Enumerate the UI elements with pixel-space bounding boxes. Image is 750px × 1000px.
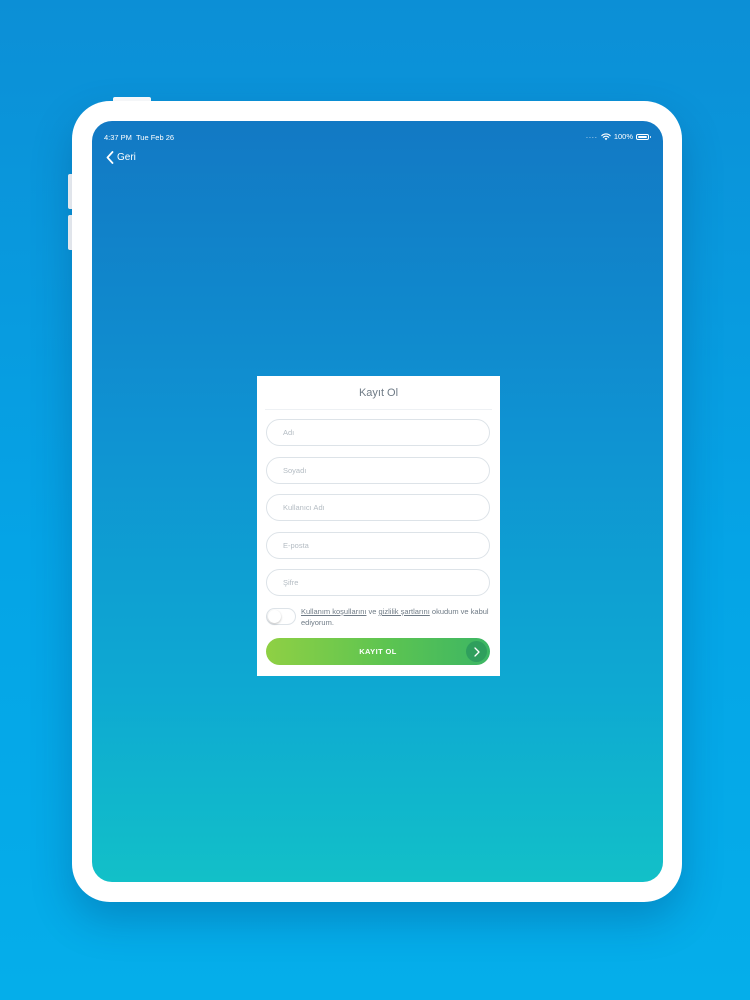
register-button-label: KAYIT OL	[359, 647, 397, 656]
wifi-icon	[601, 133, 611, 140]
email-field[interactable]	[266, 532, 490, 559]
first-name-field[interactable]	[266, 419, 490, 446]
app-screen: 4:37 PM Tue Feb 26 .... 100% Geri Kayıt …	[92, 121, 663, 882]
battery-percent: 100%	[613, 132, 633, 141]
chevron-right-icon	[473, 646, 480, 657]
signal-dots: ....	[586, 133, 598, 140]
first-name-input[interactable]	[281, 427, 489, 438]
chevron-left-icon	[106, 151, 114, 164]
status-time: 4:37 PM	[104, 133, 132, 142]
toggle-knob	[268, 610, 281, 623]
agreement-toggle[interactable]	[266, 608, 296, 625]
battery-icon	[636, 133, 651, 140]
username-field[interactable]	[266, 494, 490, 521]
status-bar: 4:37 PM Tue Feb 26 .... 100%	[92, 121, 663, 142]
status-indicators: .... 100%	[586, 132, 651, 141]
back-button[interactable]: Geri	[106, 151, 136, 164]
register-button[interactable]: KAYIT OL	[266, 638, 490, 665]
register-arrow	[466, 641, 487, 662]
privacy-link[interactable]: gizlilik şartlarını	[379, 607, 430, 616]
back-label: Geri	[117, 152, 136, 163]
password-input[interactable]	[281, 577, 489, 588]
title-divider	[265, 409, 492, 410]
status-date: Tue Feb 26	[136, 133, 175, 142]
form-title: Kayıt Ol	[358, 387, 399, 399]
last-name-field[interactable]	[266, 457, 490, 484]
terms-link[interactable]: Kullanım koşullarını	[301, 607, 366, 616]
email-input[interactable]	[281, 540, 489, 551]
register-card: Kayıt Ol Kullanım koşullarını ve gizlili…	[257, 376, 500, 676]
agreement-row: Kullanım koşullarını ve gizlilik şartlar…	[266, 606, 492, 630]
last-name-input[interactable]	[281, 465, 489, 476]
password-field[interactable]	[266, 569, 490, 596]
agreement-text: Kullanım koşullarını ve gizlilik şartlar…	[301, 607, 493, 628]
username-input[interactable]	[281, 502, 489, 513]
agreement-connector: ve	[366, 607, 379, 616]
